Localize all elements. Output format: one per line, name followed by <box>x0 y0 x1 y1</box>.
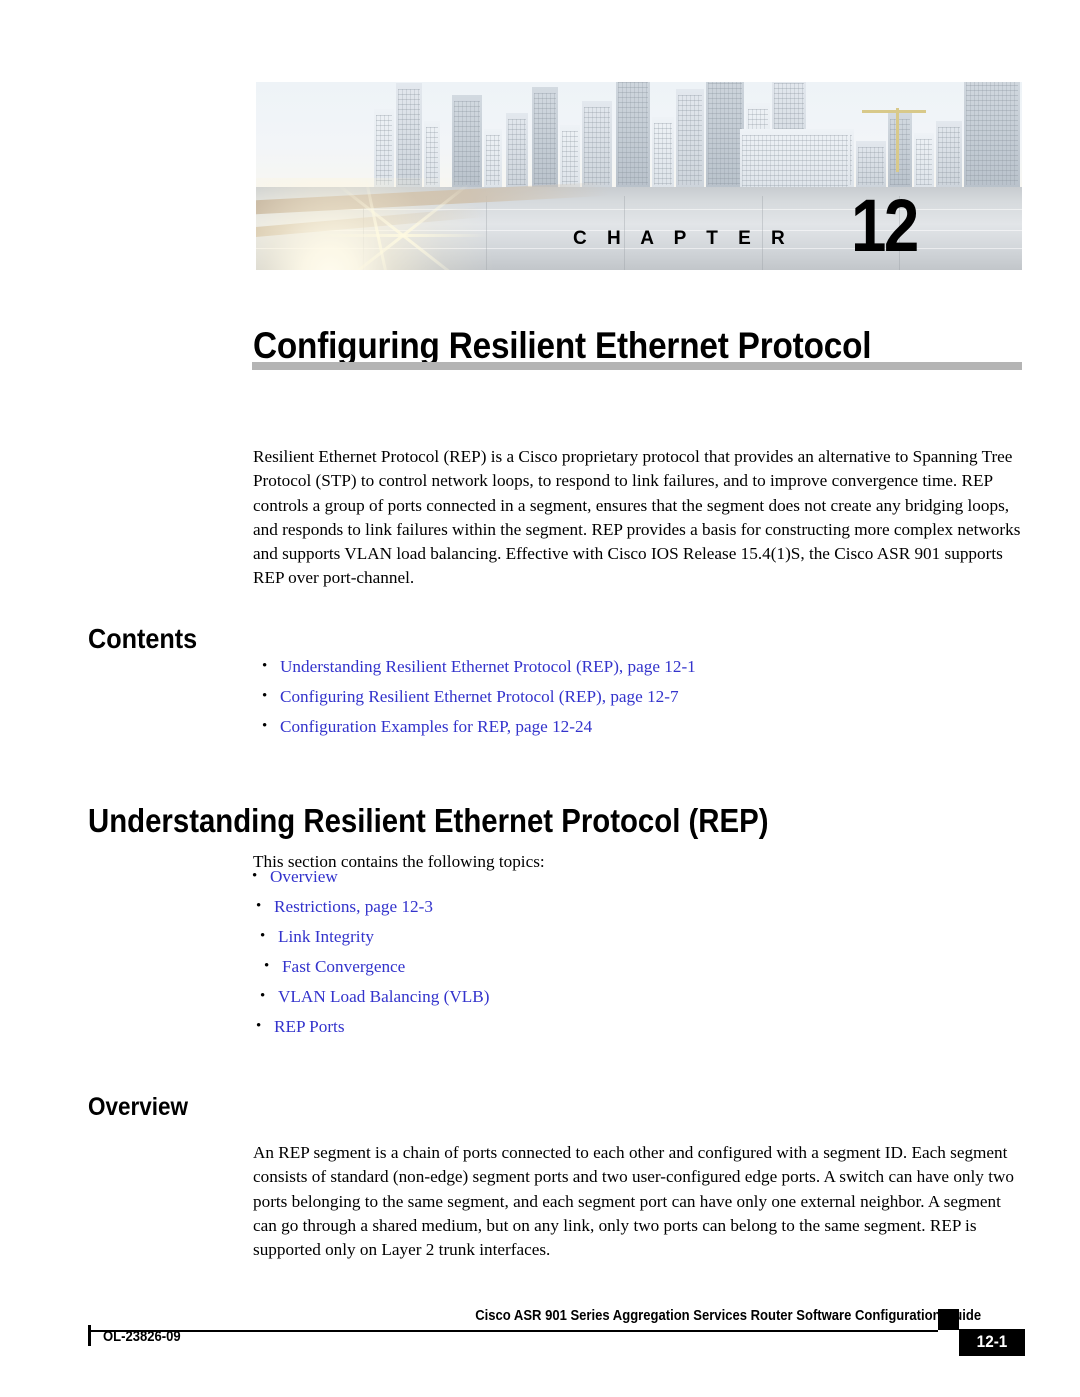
footer-document-id: OL-23826-09 <box>103 1329 181 1345</box>
contents-link[interactable]: Configuration Examples for REP, page 12-… <box>280 717 592 736</box>
skyline-building <box>506 113 528 188</box>
skyline-building <box>560 125 580 188</box>
chapter-number: 12 <box>851 184 919 267</box>
chapter-label: C H A P T E R <box>573 228 793 249</box>
skyline-building <box>740 129 850 192</box>
contents-link[interactable]: Configuring Resilient Ethernet Protocol … <box>280 687 679 706</box>
topic-link[interactable]: VLAN Load Balancing (VLB) <box>278 987 489 1006</box>
overview-paragraph: An REP segment is a chain of ports conne… <box>253 1143 1014 1259</box>
skyline-building <box>396 83 422 188</box>
footer-guide-title: Cisco ASR 901 Series Aggregation Service… <box>475 1308 981 1324</box>
footer-left-tick <box>88 1325 91 1346</box>
footer-square-marker <box>938 1309 959 1330</box>
skyline-building <box>616 82 650 188</box>
skyline-building <box>964 82 1020 188</box>
contents-link[interactable]: Understanding Resilient Ethernet Protoco… <box>280 657 696 676</box>
topic-link[interactable]: Fast Convergence <box>282 957 405 976</box>
list-item[interactable]: Configuration Examples for REP, page 12-… <box>258 711 696 742</box>
list-item[interactable]: Fast Convergence <box>248 951 489 982</box>
topic-link[interactable]: Restrictions, page 12-3 <box>274 897 433 916</box>
list-item[interactable]: Configuring Resilient Ethernet Protocol … <box>258 681 696 712</box>
skyline-building <box>856 141 886 188</box>
topic-link[interactable]: Overview <box>270 867 338 886</box>
footer-page-number: 12-1 <box>976 1332 1008 1351</box>
skyline-building <box>914 133 934 188</box>
skyline-building <box>484 129 502 188</box>
skyline-building <box>706 82 744 188</box>
topic-link[interactable]: REP Ports <box>274 1017 345 1036</box>
skyline-building <box>452 95 482 188</box>
list-item[interactable]: Overview <box>248 861 489 892</box>
list-item[interactable]: Understanding Resilient Ethernet Protoco… <box>258 651 696 682</box>
page-title: Configuring Resilient Ethernet Protocol <box>253 324 872 366</box>
skyline-building <box>424 121 440 188</box>
title-divider <box>252 362 1022 370</box>
list-item[interactable]: Restrictions, page 12-3 <box>248 891 489 922</box>
list-item[interactable]: VLAN Load Balancing (VLB) <box>248 981 489 1012</box>
contents-heading: Contents <box>88 623 198 655</box>
topic-link[interactable]: Link Integrity <box>278 927 374 946</box>
skyline-building <box>888 113 912 188</box>
topics-link-list: Overview Restrictions, page 12-3 Link In… <box>248 861 489 1042</box>
understanding-rep-heading: Understanding Resilient Ethernet Protoco… <box>88 802 769 840</box>
skyline-building <box>532 87 558 188</box>
skyline-building <box>582 101 612 188</box>
crane-mast <box>896 108 899 172</box>
skyline-building <box>936 121 962 188</box>
intro-paragraph: Resilient Ethernet Protocol (REP) is a C… <box>253 447 1021 588</box>
list-item[interactable]: Link Integrity <box>248 921 489 952</box>
skyline-building <box>676 89 704 188</box>
skyline-building <box>374 109 394 188</box>
footer-divider <box>88 1330 938 1332</box>
overview-heading: Overview <box>88 1093 189 1121</box>
list-item[interactable]: REP Ports <box>248 1011 489 1042</box>
crane-jib <box>862 110 926 113</box>
contents-link-list: Understanding Resilient Ethernet Protoco… <box>258 651 696 742</box>
skyline-building <box>652 117 674 188</box>
